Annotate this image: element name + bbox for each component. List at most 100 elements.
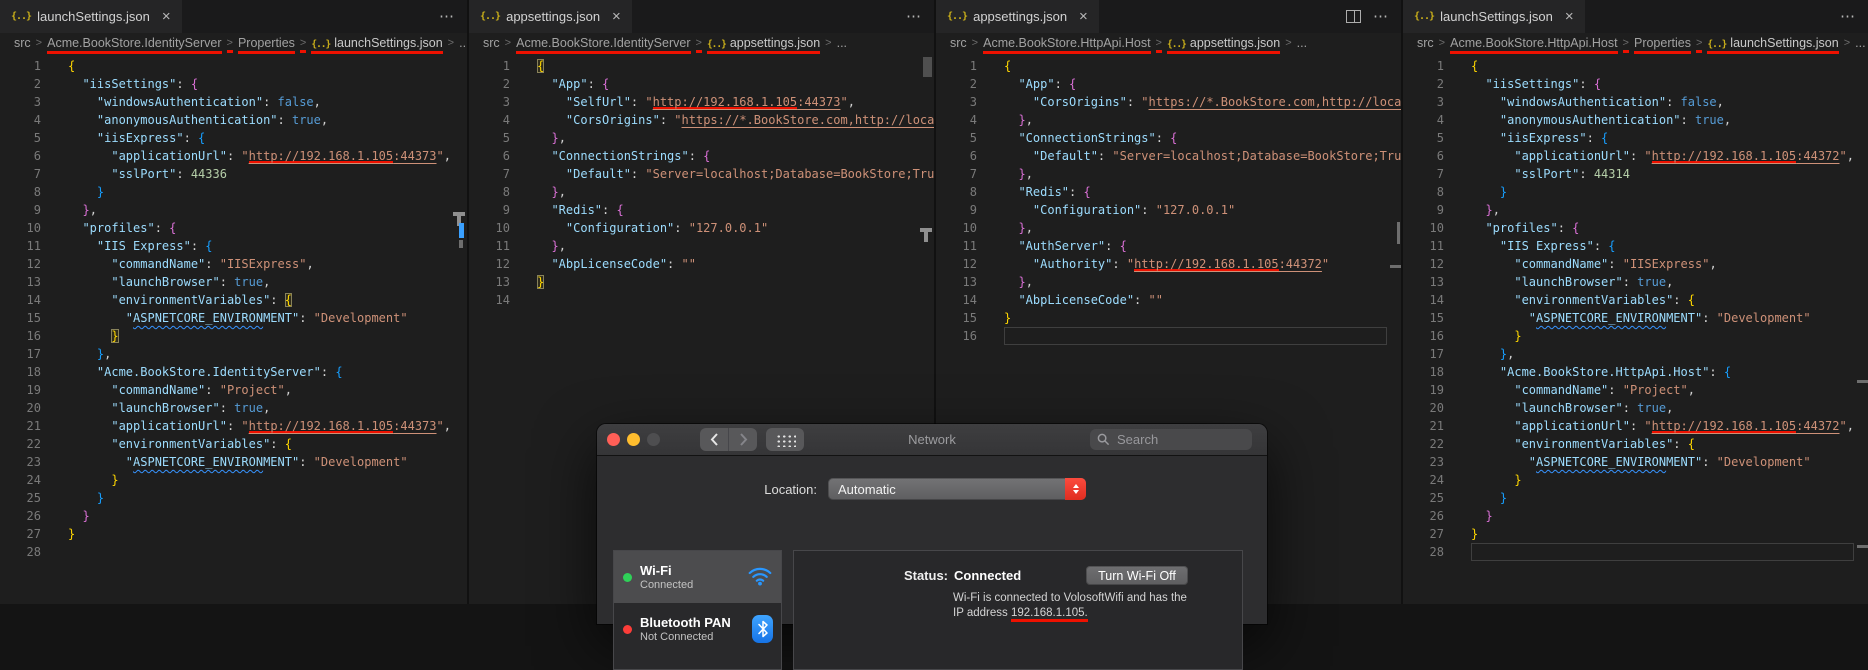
breadcrumb-item[interactable]: Acme.BookStore.IdentityServer bbox=[516, 36, 691, 54]
code-line[interactable]: 25 } bbox=[0, 489, 467, 507]
more-actions-icon[interactable]: ⋯ bbox=[439, 9, 455, 24]
code-line[interactable]: 27} bbox=[1403, 525, 1868, 543]
breadcrumb-item[interactable]: {..} appsettings.json bbox=[706, 36, 821, 54]
breadcrumb-item[interactable]: Acme.BookStore.IdentityServer bbox=[47, 36, 222, 54]
code-line[interactable]: 24 } bbox=[1403, 471, 1868, 489]
code-line[interactable]: 9 "Redis": { bbox=[469, 201, 934, 219]
service-item-wi-fi[interactable]: Wi-Fi Connected bbox=[614, 551, 781, 603]
code-line[interactable]: 24 } bbox=[0, 471, 467, 489]
more-actions-icon[interactable]: ⋯ bbox=[1373, 9, 1389, 24]
breadcrumb-item[interactable]: ... bbox=[837, 36, 847, 54]
code-line[interactable]: 2 "iisSettings": { bbox=[0, 75, 467, 93]
code-line[interactable]: 11 "IIS Express": { bbox=[0, 237, 467, 255]
breadcrumb[interactable]: src > Acme.BookStore.HttpApi.Host > Properti… bbox=[1403, 33, 1868, 57]
code-line[interactable]: 6 "applicationUrl": "http://192.168.1.10… bbox=[1403, 147, 1868, 165]
breadcrumb-item[interactable]: src bbox=[950, 36, 967, 54]
code-line[interactable]: 10 "Configuration": "127.0.0.1" bbox=[469, 219, 934, 237]
minimize-button[interactable] bbox=[627, 433, 640, 446]
code-line[interactable]: 5 "ConnectionStrings": { bbox=[936, 129, 1401, 147]
code-line[interactable]: 13 "launchBrowser": true, bbox=[1403, 273, 1868, 291]
breadcrumb-item[interactable]: ... bbox=[459, 36, 467, 54]
code-line[interactable]: 10 "profiles": { bbox=[1403, 219, 1868, 237]
code-line[interactable]: 4 }, bbox=[936, 111, 1401, 129]
code-line[interactable]: 17 }, bbox=[1403, 345, 1868, 363]
code-line[interactable]: 26 } bbox=[0, 507, 467, 525]
breadcrumb[interactable]: src > Acme.BookStore.IdentityServer > {..} ap… bbox=[469, 33, 934, 57]
code-line[interactable]: 3 "CorsOrigins": "https://*.BookStore.co… bbox=[936, 93, 1401, 111]
code-line[interactable]: 6 "applicationUrl": "http://192.168.1.10… bbox=[0, 147, 467, 165]
code-line[interactable]: 18 "Acme.BookStore.HttpApi.Host": { bbox=[1403, 363, 1868, 381]
code-line[interactable]: 23 "ASPNETCORE_ENVIRONMENT": "Developmen… bbox=[1403, 453, 1868, 471]
code-line[interactable]: 12 "commandName": "IISExpress", bbox=[1403, 255, 1868, 273]
tab-close-icon[interactable]: × bbox=[1073, 9, 1088, 24]
code-line[interactable]: 4 "anonymousAuthentication": true, bbox=[1403, 111, 1868, 129]
code-line[interactable]: 7 "sslPort": 44336 bbox=[0, 165, 467, 183]
back-button[interactable] bbox=[700, 428, 729, 451]
breadcrumb-item[interactable]: src bbox=[14, 36, 31, 54]
code-line[interactable]: 13 "launchBrowser": true, bbox=[0, 273, 467, 291]
code-line[interactable]: 14 "environmentVariables": { bbox=[1403, 291, 1868, 309]
breadcrumb-item[interactable]: Properties bbox=[237, 36, 295, 54]
breadcrumb[interactable]: src > Acme.BookStore.HttpApi.Host > {..} apps… bbox=[936, 33, 1401, 57]
code-line[interactable]: 20 "launchBrowser": true, bbox=[0, 399, 467, 417]
code-line[interactable]: 5 }, bbox=[469, 129, 934, 147]
breadcrumb-item[interactable]: ... bbox=[1855, 36, 1865, 54]
code-line[interactable]: 1{ bbox=[1403, 57, 1868, 75]
more-actions-icon[interactable]: ⋯ bbox=[906, 9, 922, 24]
breadcrumb-item[interactable]: src bbox=[1417, 36, 1434, 54]
tab-close-icon[interactable]: × bbox=[156, 9, 171, 24]
code-line[interactable]: 18 "Acme.BookStore.IdentityServer": { bbox=[0, 363, 467, 381]
code-line[interactable]: 5 "iisExpress": { bbox=[0, 129, 467, 147]
tab-close-icon[interactable]: × bbox=[606, 9, 621, 24]
breadcrumb-item[interactable]: Properties bbox=[1633, 36, 1691, 54]
tab-launchSettings.json[interactable]: {..} launchSettings.json × bbox=[0, 0, 182, 33]
search-field[interactable] bbox=[1090, 429, 1252, 450]
tab-appsettings.json[interactable]: {..} appsettings.json × bbox=[936, 0, 1099, 33]
forward-button[interactable] bbox=[729, 428, 757, 451]
code-line[interactable]: 16 } bbox=[0, 327, 467, 345]
code-line[interactable]: 21 "applicationUrl": "http://192.168.1.1… bbox=[1403, 417, 1868, 435]
code-line[interactable]: 15 "ASPNETCORE_ENVIRONMENT": "Developmen… bbox=[0, 309, 467, 327]
code-line[interactable]: 7 "Default": "Server=localhost;Database=… bbox=[469, 165, 934, 183]
code-line[interactable]: 4 "anonymousAuthentication": true, bbox=[0, 111, 467, 129]
code-line[interactable]: 22 "environmentVariables": { bbox=[0, 435, 467, 453]
turn-wifi-off-button[interactable]: Turn Wi-Fi Off bbox=[1086, 566, 1188, 585]
code-line[interactable]: 23 "ASPNETCORE_ENVIRONMENT": "Developmen… bbox=[0, 453, 467, 471]
breadcrumb-item[interactable]: ... bbox=[1297, 36, 1307, 54]
code-line[interactable]: 16 } bbox=[1403, 327, 1868, 345]
location-select[interactable]: Automatic bbox=[828, 478, 1086, 500]
code-line[interactable]: 4 "CorsOrigins": "https://*.BookStore.co… bbox=[469, 111, 934, 129]
code-line[interactable]: 6 "Default": "Server=localhost;Database=… bbox=[936, 147, 1401, 165]
code-area[interactable]: 1{2 "iisSettings": {3 "windowsAuthentica… bbox=[0, 57, 467, 604]
code-line[interactable]: 7 }, bbox=[936, 165, 1401, 183]
code-line[interactable]: 9 }, bbox=[1403, 201, 1868, 219]
code-line[interactable]: 28 bbox=[0, 543, 467, 561]
code-line[interactable]: 2 "App": { bbox=[469, 75, 934, 93]
code-line[interactable]: 28 bbox=[1403, 543, 1868, 561]
close-button[interactable] bbox=[607, 433, 620, 446]
service-item-bluetooth-pan[interactable]: Bluetooth PAN Not Connected bbox=[614, 603, 781, 655]
code-line[interactable]: 19 "commandName": "Project", bbox=[0, 381, 467, 399]
show-all-button[interactable] bbox=[766, 428, 804, 451]
code-line[interactable]: 3 "windowsAuthentication": false, bbox=[1403, 93, 1868, 111]
code-line[interactable]: 17 }, bbox=[0, 345, 467, 363]
code-line[interactable]: 20 "launchBrowser": true, bbox=[1403, 399, 1868, 417]
breadcrumb-item[interactable]: Acme.BookStore.HttpApi.Host bbox=[983, 36, 1151, 54]
tab-close-icon[interactable]: × bbox=[1559, 9, 1574, 24]
code-line[interactable]: 12 "commandName": "IISExpress", bbox=[0, 255, 467, 273]
code-line[interactable]: 19 "commandName": "Project", bbox=[1403, 381, 1868, 399]
code-line[interactable]: 1{ bbox=[936, 57, 1401, 75]
code-line[interactable]: 13} bbox=[469, 273, 934, 291]
code-line[interactable]: 11 }, bbox=[469, 237, 934, 255]
code-line[interactable]: 5 "iisExpress": { bbox=[1403, 129, 1868, 147]
search-input[interactable] bbox=[1115, 431, 1229, 448]
code-line[interactable]: 16 bbox=[936, 327, 1401, 345]
code-line[interactable]: 15} bbox=[936, 309, 1401, 327]
code-line[interactable]: 8 "Redis": { bbox=[936, 183, 1401, 201]
code-line[interactable]: 6 "ConnectionStrings": { bbox=[469, 147, 934, 165]
tab-launchSettings.json[interactable]: {..} launchSettings.json × bbox=[1403, 0, 1585, 33]
code-line[interactable]: 14 bbox=[469, 291, 934, 309]
code-line[interactable]: 1{ bbox=[0, 57, 467, 75]
breadcrumb-item[interactable]: {..} launchSettings.json bbox=[311, 36, 443, 54]
code-line[interactable]: 3 "SelfUrl": "http://192.168.1.105:44373… bbox=[469, 93, 934, 111]
